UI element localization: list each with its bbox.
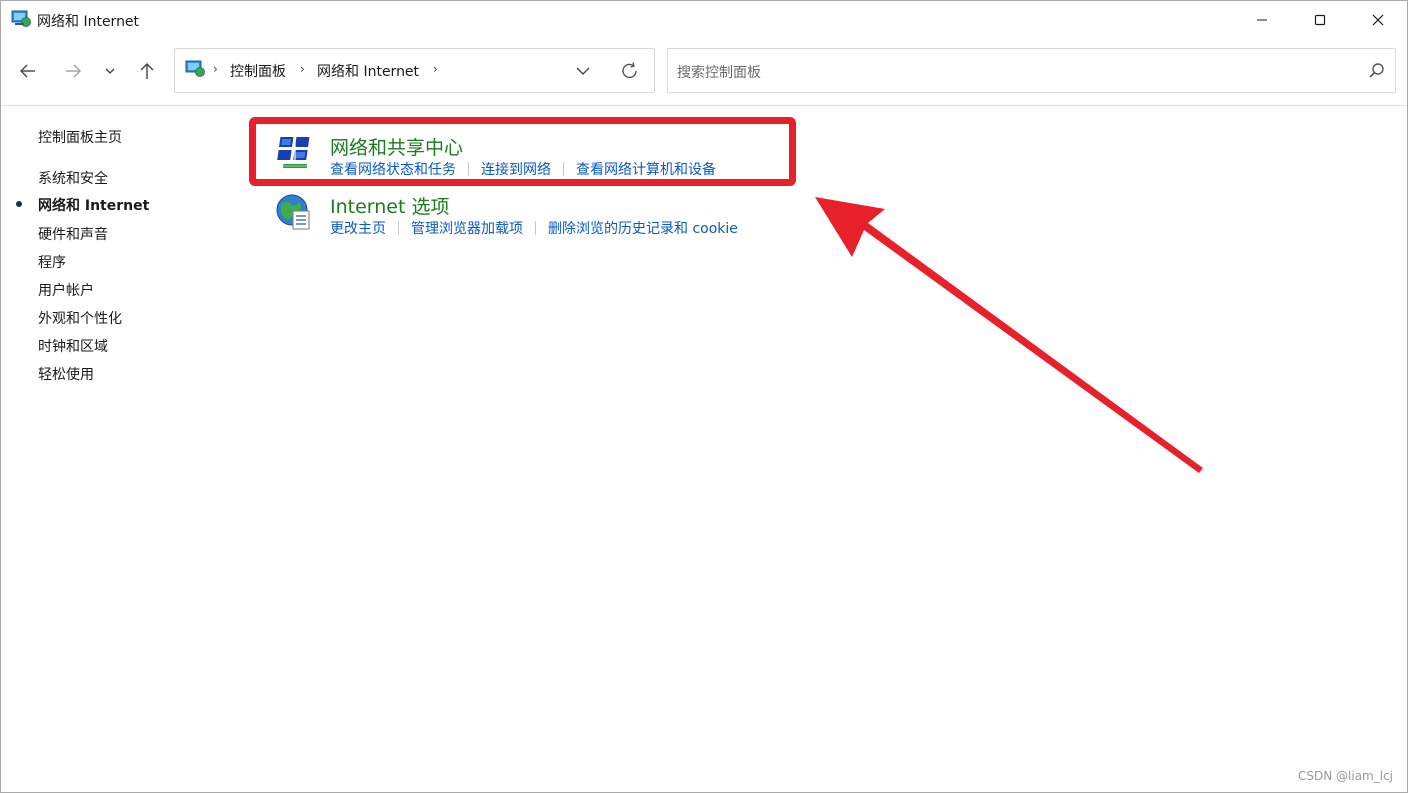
link-manage-addons[interactable]: 管理浏览器加载项 (411, 218, 523, 238)
divider (1, 105, 1407, 106)
chevron-down-icon (105, 68, 115, 74)
control-panel-window: 网络和 Internet › 控制面板 › 网络和 Internet › 搜索控… (0, 0, 1408, 793)
breadcrumb-separator: › (300, 62, 305, 76)
network-internet-icon (185, 60, 205, 77)
forward-button[interactable] (59, 57, 87, 85)
forward-icon (66, 64, 81, 78)
link-separator (535, 221, 536, 235)
sidebar-item-clock-region[interactable]: 时钟和区域 (38, 336, 108, 356)
breadcrumb-separator: › (433, 62, 438, 76)
sidebar-item-programs[interactable]: 程序 (38, 252, 66, 272)
sidebar-item-appearance[interactable]: 外观和个性化 (38, 308, 122, 328)
back-button[interactable] (14, 57, 42, 85)
link-separator (398, 221, 399, 235)
category-title-internet-options[interactable]: Internet 选项 (330, 192, 449, 219)
chevron-down-icon[interactable] (573, 61, 593, 81)
breadcrumb-network-internet[interactable]: 网络和 Internet (317, 61, 419, 81)
back-icon (20, 64, 35, 78)
close-icon (1372, 14, 1384, 26)
recent-locations-button[interactable] (98, 57, 122, 85)
category-links: 更改主页 管理浏览器加载项 删除浏览的历史记录和 cookie (330, 218, 738, 238)
current-item-bullet (16, 201, 22, 207)
minimize-button[interactable] (1233, 1, 1291, 39)
sidebar-item-ease-of-access[interactable]: 轻松使用 (38, 364, 94, 384)
annotation-arrow (815, 197, 1203, 473)
minimize-icon (1257, 19, 1267, 21)
window-title: 网络和 Internet (37, 14, 140, 30)
search-box[interactable]: 搜索控制面板 (667, 48, 1396, 93)
up-button[interactable] (133, 57, 161, 85)
sidebar-item-system-security[interactable]: 系统和安全 (38, 168, 108, 188)
sidebar-item-network-internet[interactable]: 网络和 Internet (38, 195, 149, 215)
address-bar[interactable]: › 控制面板 › 网络和 Internet › (174, 48, 655, 93)
sidebar-item-user-accounts[interactable]: 用户帐户 (38, 280, 94, 300)
sidebar-item-hardware-sound[interactable]: 硬件和声音 (38, 224, 108, 244)
search-icon[interactable] (1368, 62, 1386, 80)
title-bar[interactable]: 网络和 Internet (1, 1, 1407, 39)
network-internet-icon (11, 10, 31, 27)
navigation-bar: › 控制面板 › 网络和 Internet › 搜索控制面板 (1, 39, 1407, 105)
link-change-homepage[interactable]: 更改主页 (330, 218, 386, 238)
watermark: CSDN @liam_lcj (1298, 769, 1394, 783)
sidebar-item-control-panel-home[interactable]: 控制面板主页 (38, 127, 122, 147)
annotation-highlight-box (249, 117, 796, 186)
up-icon (140, 63, 154, 79)
maximize-button[interactable] (1291, 1, 1349, 39)
maximize-icon (1314, 14, 1326, 26)
internet-options-globe-icon (276, 194, 310, 230)
link-delete-browsing-history[interactable]: 删除浏览的历史记录和 cookie (548, 218, 738, 238)
breadcrumb-control-panel[interactable]: 控制面板 (230, 61, 286, 81)
breadcrumb-separator: › (213, 62, 218, 76)
refresh-icon[interactable] (619, 61, 641, 81)
search-input[interactable]: 搜索控制面板 (677, 62, 761, 82)
close-button[interactable] (1349, 1, 1407, 39)
